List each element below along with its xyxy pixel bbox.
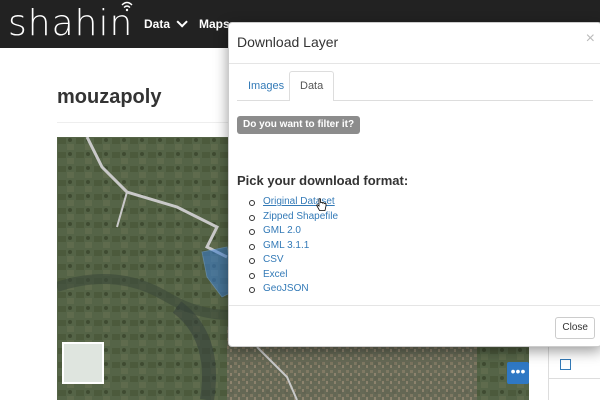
close-icon[interactable]: × [586,31,595,47]
format-heading: Pick your download format: [237,173,409,188]
close-button[interactable]: Close [555,317,595,339]
download-tabs: Images Data [237,71,593,101]
format-link-csv[interactable]: CSV [263,254,284,265]
format-link-gml-311[interactable]: GML 3.1.1 [263,240,309,251]
list-item: GeoJSON [249,282,338,297]
tab-data[interactable]: Data [289,71,335,101]
format-link-gml-2[interactable]: GML 2.0 [263,225,301,236]
list-item: GML 3.1.1 [249,239,338,254]
list-item: CSV [249,253,338,268]
list-item: GML 2.0 [249,224,338,239]
format-link-zipped-shapefile[interactable]: Zipped Shapefile [263,211,338,222]
format-link-geojson[interactable]: GeoJSON [263,283,309,294]
modal-header: Download Layer × [229,23,600,64]
list-item: Excel [249,268,338,283]
format-link-excel[interactable]: Excel [263,269,287,280]
tab-images[interactable]: Images [237,71,295,100]
filter-button[interactable]: Do you want to filter it? [237,116,361,134]
modal-title: Download Layer [237,34,339,50]
modal-footer: Close [229,305,600,347]
hand-cursor-icon [316,198,327,211]
download-layer-modal: Download Layer × Images Data Do you want… [228,22,600,347]
